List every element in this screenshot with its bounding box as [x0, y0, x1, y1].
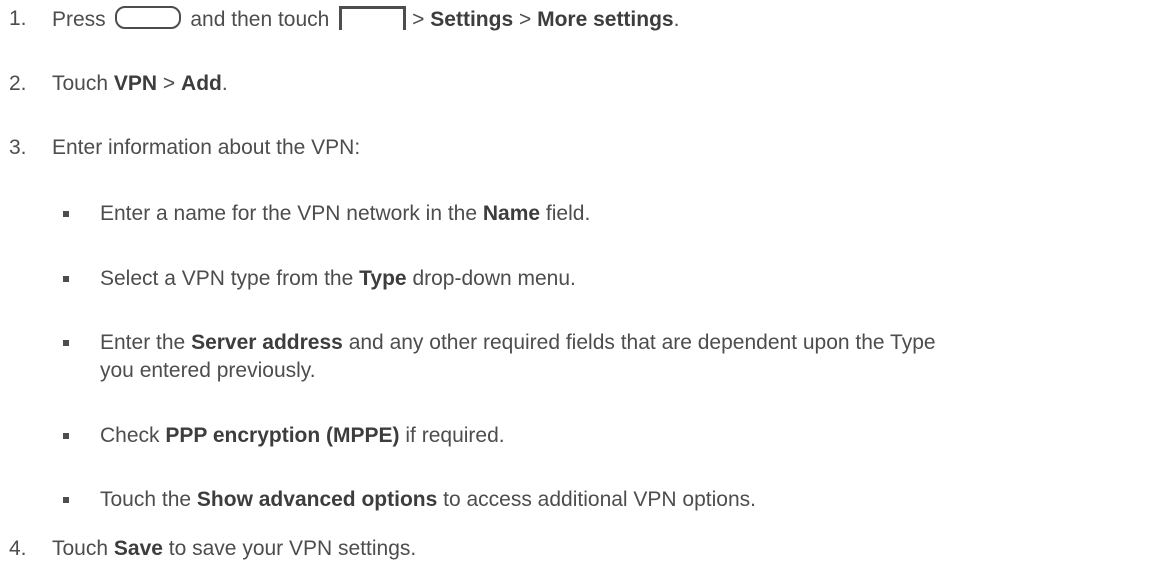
separator: > — [412, 8, 425, 31]
step-text: Touch — [52, 72, 109, 95]
server-address-label: Server address — [191, 331, 343, 354]
menu-icon — [339, 6, 407, 30]
more-settings-label: More settings — [537, 8, 674, 31]
step-text: Enter information about the VPN: — [52, 136, 361, 159]
step-text: and then touch — [190, 8, 330, 31]
bullet-icon — [63, 433, 69, 439]
step-number: 1. — [9, 7, 27, 30]
bullet-icon — [63, 276, 69, 282]
name-field-label: Name — [482, 202, 541, 225]
vpn-label: VPN — [113, 72, 158, 95]
ppp-encryption-label: PPP encryption (MPPE) — [165, 424, 400, 447]
save-label: Save — [113, 537, 163, 560]
step-number: 4. — [9, 537, 27, 560]
separator: > — [518, 8, 532, 31]
show-advanced-options-label: Show advanced options — [196, 488, 438, 511]
settings-label: Settings — [430, 8, 514, 31]
type-field-label: Type — [359, 267, 407, 290]
step-number: 2. — [9, 72, 27, 95]
bullet-icon — [63, 340, 69, 346]
step-text: Press — [52, 8, 106, 31]
step-number: 3. — [9, 136, 27, 159]
home-button-icon — [114, 6, 181, 29]
bullet-icon — [63, 211, 69, 217]
separator: > — [162, 72, 176, 95]
add-label: Add — [181, 72, 222, 95]
bullet-icon — [63, 497, 69, 503]
